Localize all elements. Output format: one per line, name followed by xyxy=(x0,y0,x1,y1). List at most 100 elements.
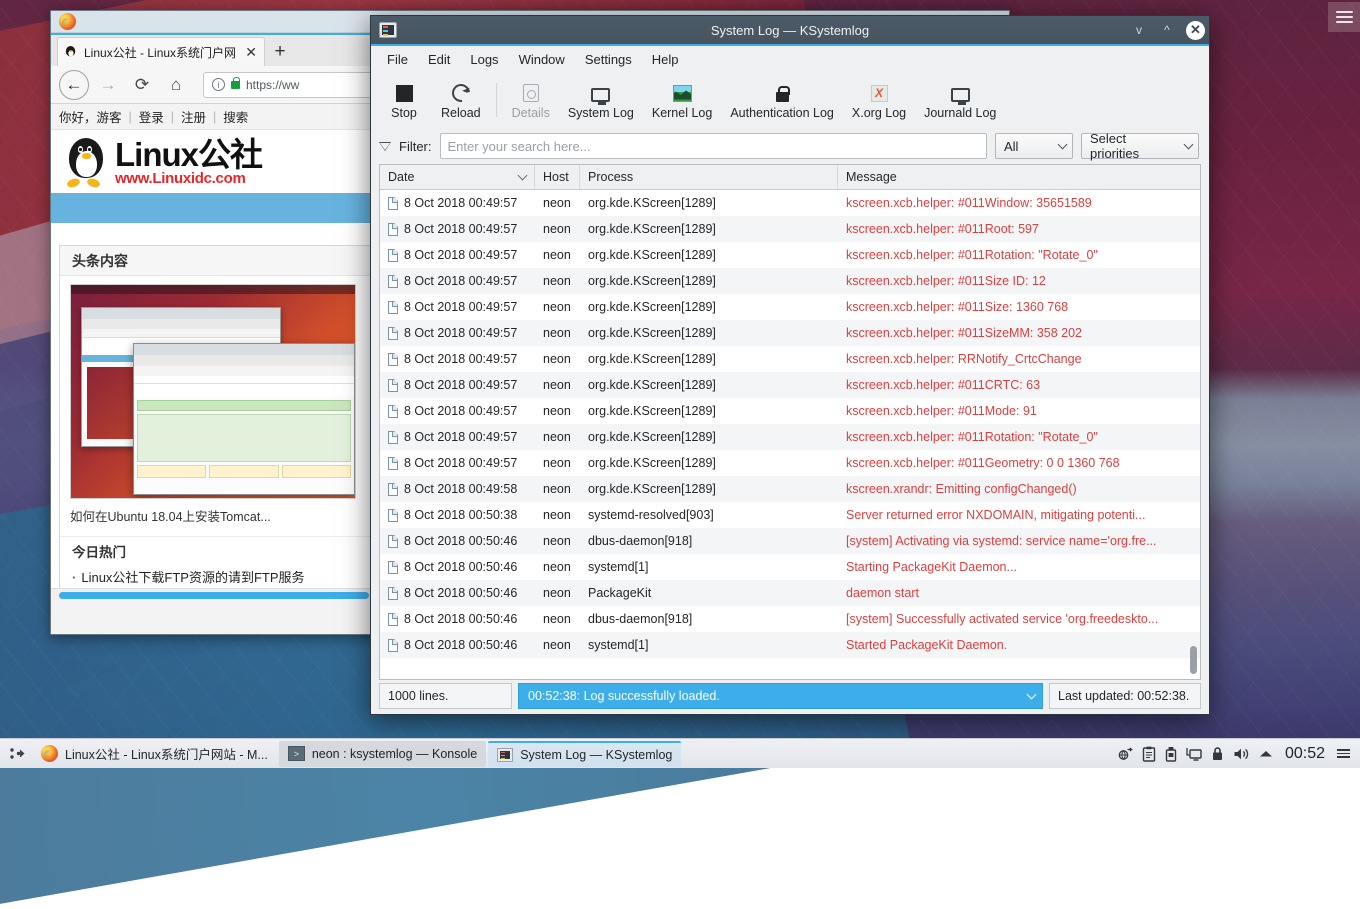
table-row[interactable]: 8 Oct 2018 00:49:57neonorg.kde.KScreen[1… xyxy=(380,320,1200,346)
document-icon xyxy=(388,587,398,600)
cell-process: dbus-daemon[918] xyxy=(580,612,838,626)
hamburger-menu-icon[interactable] xyxy=(1337,749,1350,758)
column-header-date[interactable]: Date xyxy=(380,165,535,189)
application-launcher-icon[interactable] xyxy=(4,741,30,767)
chevron-down-icon[interactable] xyxy=(1027,689,1037,699)
info-icon[interactable]: i xyxy=(212,78,225,91)
show-hidden-arrow-icon[interactable] xyxy=(1259,749,1273,759)
table-row[interactable]: 8 Oct 2018 00:49:57neonorg.kde.KScreen[1… xyxy=(380,242,1200,268)
cell-date-text: 8 Oct 2018 00:49:57 xyxy=(404,404,517,418)
menu-file[interactable]: File xyxy=(377,49,418,70)
cell-date-text: 8 Oct 2018 00:50:46 xyxy=(404,560,517,574)
cell-host: neon xyxy=(535,326,580,340)
table-row[interactable]: 8 Oct 2018 00:49:57neonorg.kde.KScreen[1… xyxy=(380,398,1200,424)
window-title: System Log — KSystemlog xyxy=(371,23,1209,38)
table-row[interactable]: 8 Oct 2018 00:50:46neondbus-daemon[918][… xyxy=(380,606,1200,632)
taskbar-item-ksystemlog[interactable]: System Log — KSystemlog xyxy=(488,741,681,767)
ksystemlog-window[interactable]: System Log — KSystemlog v ^ ✕ File Edit … xyxy=(370,15,1210,715)
menu-logs[interactable]: Logs xyxy=(460,49,508,70)
table-row[interactable]: 8 Oct 2018 00:49:57neonorg.kde.KScreen[1… xyxy=(380,294,1200,320)
vertical-scrollbar[interactable] xyxy=(1189,192,1198,676)
table-header-row[interactable]: Date Host Process Message xyxy=(380,165,1200,190)
menu-settings[interactable]: Settings xyxy=(575,49,642,70)
back-arrow-icon[interactable]: ← xyxy=(59,70,89,100)
table-row[interactable]: 8 Oct 2018 00:49:57neonorg.kde.KScreen[1… xyxy=(380,216,1200,242)
toolbar-stop-button[interactable]: Stop xyxy=(377,78,431,123)
table-row[interactable]: 8 Oct 2018 00:49:57neonorg.kde.KScreen[1… xyxy=(380,450,1200,476)
table-row[interactable]: 8 Oct 2018 00:50:46neonsystemd[1]Startin… xyxy=(380,554,1200,580)
cell-process: PackageKit xyxy=(580,586,838,600)
table-row[interactable]: 8 Oct 2018 00:49:57neonorg.kde.KScreen[1… xyxy=(380,346,1200,372)
taskbar-item-konsole[interactable]: > neon : ksystemlog — Konsole xyxy=(279,741,486,767)
window-buttons[interactable]: v ^ ✕ xyxy=(1130,21,1205,40)
table-row[interactable]: 8 Oct 2018 00:49:57neonorg.kde.KScreen[1… xyxy=(380,424,1200,450)
table-row[interactable]: 8 Oct 2018 00:50:46neonPackageKitdaemon … xyxy=(380,580,1200,606)
minimize-button[interactable]: v xyxy=(1130,21,1148,39)
menu-help[interactable]: Help xyxy=(642,49,689,70)
forward-arrow-icon[interactable]: → xyxy=(93,70,123,100)
column-header-process[interactable]: Process xyxy=(580,165,838,189)
lock-icon[interactable] xyxy=(1211,746,1224,762)
table-row[interactable]: 8 Oct 2018 00:50:46neonsystemd[1]Started… xyxy=(380,632,1200,658)
close-icon[interactable]: ✕ xyxy=(245,44,257,61)
toolbar-authentication-log-button[interactable]: Authentication Log xyxy=(722,78,842,123)
document-icon xyxy=(388,327,398,340)
new-tab-button[interactable]: + xyxy=(265,37,295,66)
table-row[interactable]: 8 Oct 2018 00:49:57neonorg.kde.KScreen[1… xyxy=(380,268,1200,294)
home-icon[interactable]: ⌂ xyxy=(161,70,191,100)
browser-tab[interactable]: Linux公社 - Linux系统门户网 ✕ xyxy=(57,37,265,66)
filter-bar[interactable]: Filter: All Select priorities xyxy=(371,128,1209,164)
table-row[interactable]: 8 Oct 2018 00:49:58neonorg.kde.KScreen[1… xyxy=(380,476,1200,502)
table-row[interactable]: 8 Oct 2018 00:50:38neonsystemd-resolved[… xyxy=(380,502,1200,528)
clock[interactable]: 00:52 xyxy=(1282,745,1328,763)
toolbar-label: X.org Log xyxy=(852,106,906,120)
site-login-link[interactable]: 登录 xyxy=(139,107,164,126)
clipboard-icon[interactable] xyxy=(1142,746,1156,762)
document-icon xyxy=(388,301,398,314)
table-row[interactable]: 8 Oct 2018 00:50:46neondbus-daemon[918][… xyxy=(380,528,1200,554)
column-header-message[interactable]: Message xyxy=(838,165,1200,189)
column-select[interactable]: All xyxy=(995,133,1073,159)
ksystemlog-titlebar[interactable]: System Log — KSystemlog v ^ ✕ xyxy=(371,16,1209,46)
headline-thumbnail-image[interactable] xyxy=(70,284,356,499)
toolbar[interactable]: Stop Reload Details System Log Kernel Lo… xyxy=(371,72,1209,128)
taskbar-item-firefox[interactable]: Linux公社 - Linux系统门户网站 - M... xyxy=(32,741,277,767)
cell-host: neon xyxy=(535,534,580,548)
toolbar-kernel-log-button[interactable]: Kernel Log xyxy=(644,78,720,123)
menu-edit[interactable]: Edit xyxy=(418,49,460,70)
toolbar-journald-log-button[interactable]: Journald Log xyxy=(916,78,1004,123)
reload-icon[interactable]: ⟳ xyxy=(127,70,157,100)
site-register-link[interactable]: 注册 xyxy=(181,107,206,126)
cell-date-text: 8 Oct 2018 00:49:57 xyxy=(404,378,517,392)
cell-date-text: 8 Oct 2018 00:50:46 xyxy=(404,534,517,548)
table-row[interactable]: 8 Oct 2018 00:49:57neonorg.kde.KScreen[1… xyxy=(380,372,1200,398)
network-globe-icon[interactable] xyxy=(1117,746,1133,762)
toolbar-xorg-log-button[interactable]: X X.org Log xyxy=(844,78,914,123)
table-body[interactable]: 8 Oct 2018 00:49:57 neon org.kde.KScreen[1… xyxy=(380,190,1200,679)
column-header-host[interactable]: Host xyxy=(535,165,580,189)
toolbar-label: Stop xyxy=(391,106,417,120)
menubar[interactable]: File Edit Logs Window Settings Help xyxy=(371,46,1209,72)
removable-device-icon[interactable] xyxy=(1165,746,1177,762)
log-table[interactable]: Date Host Process Message 8 Oct 2018 00:… xyxy=(379,164,1201,680)
close-icon[interactable]: ✕ xyxy=(1186,21,1205,40)
volume-icon[interactable] xyxy=(1233,746,1250,762)
monitor-icon xyxy=(591,80,610,102)
desktop-toolbox-button[interactable] xyxy=(1328,2,1360,32)
table-row[interactable]: 8 Oct 2018 00:49:57neonorg.kde.KScreen[1… xyxy=(380,190,1200,216)
taskbar[interactable]: Linux公社 - Linux系统门户网站 - M... > neon : ks… xyxy=(0,738,1360,768)
search-input[interactable] xyxy=(440,133,988,159)
cell-message: Server returned error NXDOMAIN, mitigati… xyxy=(838,508,1200,522)
cell-host: neon xyxy=(535,560,580,574)
display-icon[interactable] xyxy=(1186,746,1202,762)
maximize-button[interactable]: ^ xyxy=(1158,21,1176,39)
status-message[interactable]: 00:52:38: Log successfully loaded. xyxy=(518,683,1043,709)
cell-process: org.kde.KScreen[1289] xyxy=(580,482,838,496)
toolbar-system-log-button[interactable]: System Log xyxy=(560,78,642,123)
toolbar-reload-button[interactable]: Reload xyxy=(433,78,489,123)
menu-window[interactable]: Window xyxy=(509,49,575,70)
site-search-link[interactable]: 搜索 xyxy=(223,107,248,126)
cell-message: kscreen.xcb.helper: #011Size: 1360 768 xyxy=(838,300,1200,314)
system-tray[interactable]: 00:52 xyxy=(1117,745,1356,763)
priority-select[interactable]: Select priorities xyxy=(1081,133,1199,159)
